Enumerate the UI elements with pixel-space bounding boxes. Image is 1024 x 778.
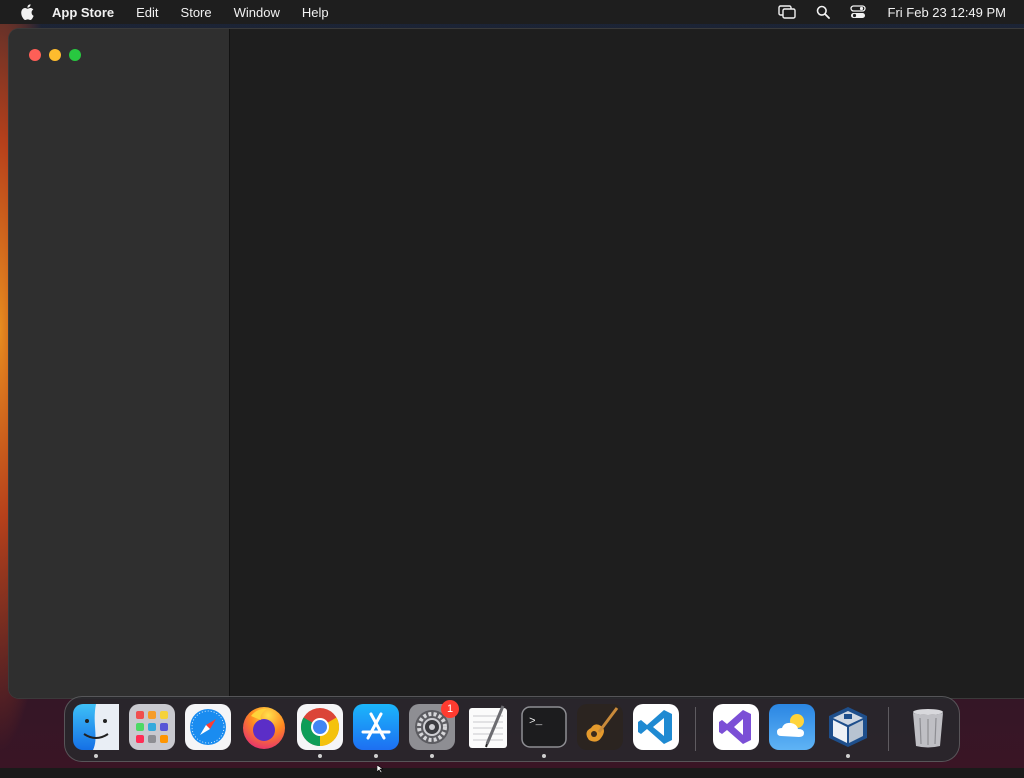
trash-icon[interactable] [905, 704, 951, 750]
terminal-icon[interactable]: >_ [521, 704, 567, 758]
system-settings-icon[interactable]: 1 [409, 700, 459, 758]
control-center-icon[interactable] [849, 5, 866, 19]
screen-mirroring-icon[interactable] [777, 5, 796, 19]
mouse-cursor [376, 760, 384, 774]
menu-bar-clock[interactable]: Fri Feb 23 12:49 PM [888, 5, 1007, 20]
weather-icon[interactable] [769, 704, 815, 750]
dock-divider [695, 707, 696, 751]
svg-text:>_: >_ [529, 716, 543, 728]
dock-divider [888, 707, 889, 751]
visual-studio-icon[interactable] [713, 704, 759, 750]
notification-badge: 1 [441, 700, 459, 718]
garageband-icon[interactable] [577, 704, 623, 750]
app-store-window [9, 29, 1024, 698]
close-window-button[interactable] [29, 49, 41, 61]
finder-icon[interactable] [73, 704, 119, 758]
running-indicator [374, 754, 378, 758]
chrome-icon[interactable] [297, 704, 343, 758]
apple-menu-icon[interactable] [20, 4, 34, 20]
menu-help[interactable]: Help [302, 5, 329, 20]
menu-bar-status-area: Fri Feb 23 12:49 PM [758, 0, 1007, 24]
minimize-window-button[interactable] [49, 49, 61, 61]
window-content-area [230, 29, 1024, 698]
dock: 1 >_ [64, 696, 960, 762]
app-store-icon[interactable] [353, 704, 399, 758]
menu-window[interactable]: Window [234, 5, 280, 20]
running-indicator [318, 754, 322, 758]
launchpad-icon[interactable] [129, 704, 175, 750]
virtualbox-icon[interactable] [825, 704, 871, 758]
running-indicator [430, 754, 434, 758]
running-indicator [542, 754, 546, 758]
running-indicator [846, 754, 850, 758]
window-controls [29, 49, 89, 61]
menu-app-name[interactable]: App Store [52, 5, 114, 20]
firefox-icon[interactable] [241, 704, 287, 750]
menu-bar: App Store Edit Store Window Help Fri Feb… [0, 0, 1024, 24]
search-icon[interactable] [816, 5, 830, 19]
textedit-icon[interactable] [465, 704, 511, 750]
running-indicator [94, 754, 98, 758]
menu-store[interactable]: Store [181, 5, 212, 20]
window-sidebar [9, 29, 230, 698]
safari-icon[interactable] [185, 704, 231, 750]
maximize-window-button[interactable] [69, 49, 81, 61]
menu-edit[interactable]: Edit [136, 5, 158, 20]
vscode-icon[interactable] [633, 704, 679, 750]
